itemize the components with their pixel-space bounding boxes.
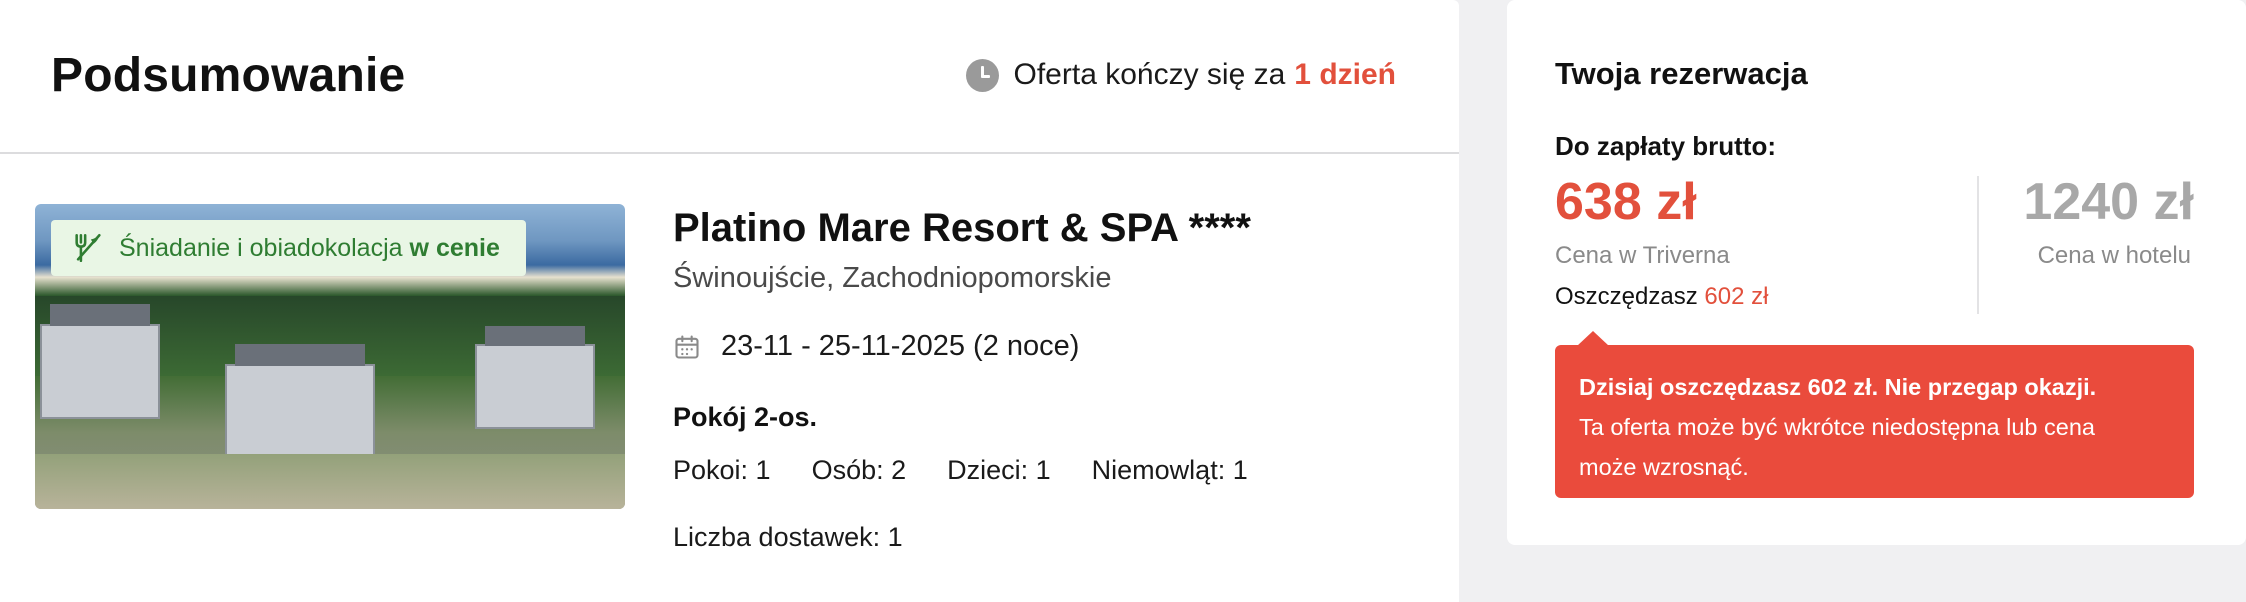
savings-line: Oszczędzasz 602 zł bbox=[1555, 283, 1768, 311]
clock-icon bbox=[965, 58, 999, 92]
hotel-photo[interactable]: Śniadanie i obiadokolacja w cenie bbox=[35, 204, 625, 509]
price-hotel-label: Cena w hotelu bbox=[2037, 242, 2191, 269]
stay-dates-text: 23-11 - 25-11-2025 (2 noce) bbox=[721, 330, 1080, 362]
rooms-count: Pokoi: 1 bbox=[673, 455, 771, 485]
room-type: Pokój 2-os. bbox=[673, 402, 818, 432]
extra-beds: Liczba dostawek: 1 bbox=[673, 522, 903, 552]
meal-badge-text: Śniadanie i obiadokolacja bbox=[119, 233, 403, 262]
hotel-name: Platino Mare Resort & SPA **** bbox=[673, 206, 1251, 250]
photo-roof bbox=[485, 326, 585, 346]
photo-roof bbox=[235, 344, 365, 366]
summary-panel: Podsumowanie Oferta kończy się za 1 dzie… bbox=[0, 0, 1459, 602]
price-hotel: 1240 zł bbox=[2023, 173, 2194, 231]
children-count: Dzieci: 1 bbox=[947, 455, 1051, 485]
savings-prefix: Oszczędzasz bbox=[1555, 283, 1698, 310]
photo-roof bbox=[50, 304, 150, 326]
price-triverna-label: Cena w Triverna bbox=[1555, 242, 1730, 269]
reservation-card: Twoja rezerwacja Do zapłaty brutto: 638 … bbox=[1507, 0, 2246, 545]
price-triverna: 638 zł bbox=[1555, 173, 1697, 231]
summary-header: Podsumowanie Oferta kończy się za 1 dzie… bbox=[0, 0, 1459, 154]
savings-alert: Dzisiaj oszczędzasz 602 zł. Nie przegap … bbox=[1555, 331, 2194, 498]
alert-line-2: może wzrosnąć. bbox=[1579, 454, 1749, 480]
infants-count: Niemowląt: 1 bbox=[1091, 455, 1248, 485]
meal-badge: Śniadanie i obiadokolacja w cenie bbox=[51, 220, 526, 276]
photo-building bbox=[40, 324, 160, 419]
reservation-title: Twoja rezerwacja bbox=[1555, 56, 1808, 91]
stay-dates: 23-11 - 25-11-2025 (2 noce) bbox=[673, 330, 1079, 363]
occupancy-details: Pokoi: 1 Osób: 2 Dzieci: 1 Niemowląt: 1 bbox=[673, 455, 1289, 486]
offer-timer-label: Oferta kończy się za bbox=[1013, 58, 1286, 91]
guests-count: Osób: 2 bbox=[811, 455, 907, 485]
photo-ground bbox=[35, 454, 625, 509]
meal-badge-strong: w cenie bbox=[409, 233, 500, 262]
fork-knife-icon bbox=[75, 233, 101, 263]
alert-line-1: Ta oferta może być wkrótce niedostępna l… bbox=[1579, 414, 2095, 440]
to-pay-label: Do zapłaty brutto: bbox=[1555, 131, 1776, 161]
calendar-icon bbox=[675, 334, 699, 359]
alert-headline: Dzisiaj oszczędzasz 602 zł. Nie przegap … bbox=[1579, 374, 2097, 400]
hotel-location: Świnoujście, Zachodniopomorskie bbox=[673, 262, 1112, 294]
page-title: Podsumowanie bbox=[51, 49, 406, 102]
offer-timer-value: 1 dzień bbox=[1294, 58, 1396, 91]
price-divider bbox=[1977, 176, 1979, 314]
savings-amount: 602 zł bbox=[1704, 283, 1769, 310]
offer-timer: Oferta kończy się za 1 dzień bbox=[965, 58, 1396, 92]
photo-building bbox=[475, 344, 595, 429]
